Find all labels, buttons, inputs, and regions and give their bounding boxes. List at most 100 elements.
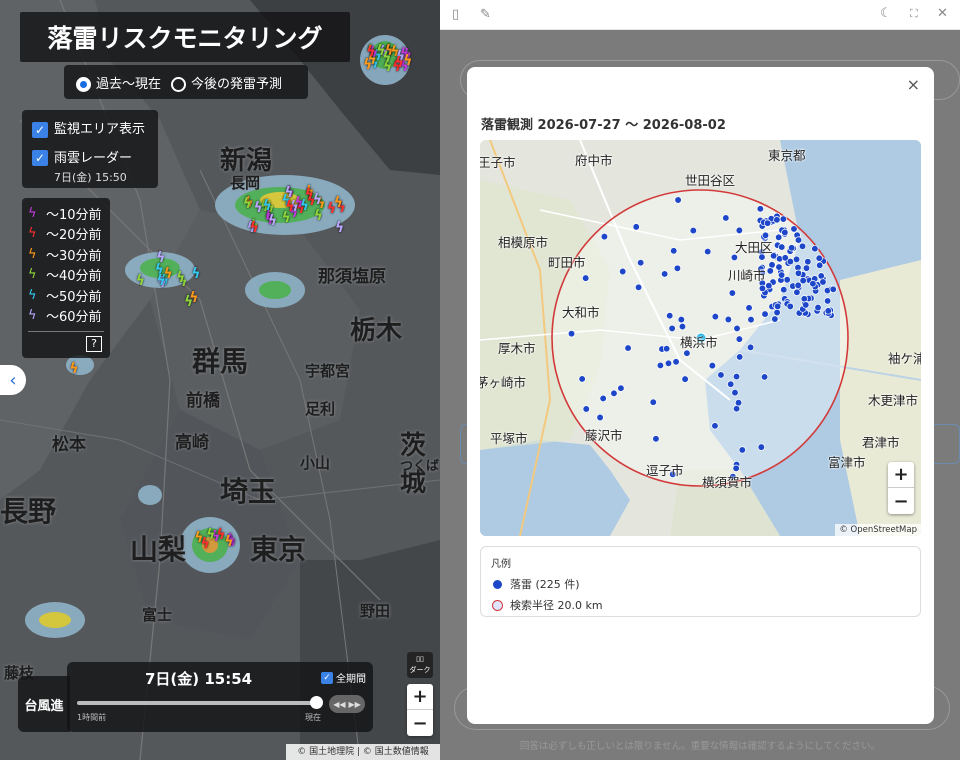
strike-point[interactable] bbox=[769, 252, 778, 260]
zoom-out-button[interactable]: − bbox=[407, 710, 433, 736]
playback-controls[interactable]: ◀◀ ▶▶ bbox=[329, 695, 365, 713]
lightning-marker-icon[interactable]: ϟ bbox=[268, 213, 277, 229]
strike-point[interactable] bbox=[786, 257, 795, 266]
lightning-marker-icon[interactable]: ϟ bbox=[314, 208, 323, 224]
strike-point[interactable] bbox=[778, 243, 786, 251]
strike-point[interactable] bbox=[600, 232, 609, 241]
strike-point[interactable] bbox=[662, 345, 671, 353]
strike-point[interactable] bbox=[745, 304, 753, 312]
strike-point[interactable] bbox=[678, 322, 687, 331]
strike-point[interactable] bbox=[765, 282, 773, 290]
lightning-marker-icon[interactable]: ϟ bbox=[284, 185, 293, 201]
strike-point[interactable] bbox=[732, 405, 741, 413]
strike-point[interactable] bbox=[652, 435, 660, 443]
strike-point[interactable] bbox=[758, 253, 766, 261]
lightning-marker-icon[interactable]: ϟ bbox=[334, 195, 343, 211]
strike-point[interactable] bbox=[733, 324, 741, 333]
strike-point[interactable] bbox=[793, 288, 801, 296]
lightning-marker-icon[interactable]: ϟ bbox=[243, 196, 252, 212]
strike-point[interactable] bbox=[632, 223, 640, 231]
strike-point[interactable] bbox=[777, 271, 786, 279]
full-period-toggle[interactable]: ✓ 全期間 bbox=[321, 670, 366, 685]
strike-point[interactable] bbox=[689, 226, 697, 235]
strike-point[interactable] bbox=[599, 394, 607, 403]
strike-point[interactable] bbox=[758, 269, 766, 277]
strike-point[interactable] bbox=[809, 280, 817, 288]
strike-point[interactable] bbox=[637, 259, 645, 267]
strike-point[interactable] bbox=[802, 264, 811, 272]
strike-point[interactable] bbox=[722, 214, 730, 222]
layer-monitor-area[interactable]: ✓ 監視エリア表示 bbox=[32, 118, 148, 138]
strike-point[interactable] bbox=[738, 446, 746, 454]
strike-point[interactable] bbox=[829, 285, 837, 293]
zoom-in-button[interactable]: + bbox=[407, 684, 433, 710]
strike-point[interactable] bbox=[798, 242, 807, 250]
lightning-marker-icon[interactable]: ϟ bbox=[285, 199, 294, 215]
strike-point[interactable] bbox=[757, 443, 765, 451]
strike-point[interactable] bbox=[736, 353, 744, 361]
mode-forecast[interactable]: 今後の発雷予測 bbox=[171, 73, 282, 92]
strike-point[interactable] bbox=[596, 413, 604, 422]
strike-point[interactable] bbox=[792, 255, 801, 264]
strike-point[interactable] bbox=[815, 254, 823, 262]
strike-point[interactable] bbox=[735, 226, 743, 235]
strike-point[interactable] bbox=[802, 301, 810, 309]
strike-point[interactable] bbox=[717, 371, 725, 379]
strike-point[interactable] bbox=[799, 276, 807, 285]
strike-point[interactable] bbox=[634, 283, 643, 291]
strike-point[interactable] bbox=[624, 344, 632, 352]
strike-point[interactable] bbox=[811, 245, 819, 253]
lightning-marker-icon[interactable]: ϟ bbox=[69, 361, 78, 377]
strike-point[interactable] bbox=[783, 276, 791, 284]
lightning-marker-icon[interactable]: ϟ bbox=[136, 273, 145, 289]
strike-point[interactable] bbox=[668, 324, 676, 333]
strike-point[interactable] bbox=[780, 286, 788, 294]
strike-point[interactable] bbox=[669, 470, 677, 478]
strike-point[interactable] bbox=[774, 302, 782, 311]
strike-point[interactable] bbox=[582, 405, 590, 413]
strike-point[interactable] bbox=[672, 358, 680, 366]
lightning-marker-icon[interactable]: ϟ bbox=[191, 266, 200, 282]
strike-point[interactable] bbox=[775, 263, 783, 271]
strike-point[interactable] bbox=[582, 274, 590, 282]
layer-radar[interactable]: ✓ 雨雲レーダー bbox=[32, 147, 148, 166]
strike-point[interactable] bbox=[704, 247, 712, 256]
strike-point[interactable] bbox=[664, 359, 673, 367]
strike-point[interactable] bbox=[775, 233, 783, 241]
lightning-marker-icon[interactable]: ϟ bbox=[382, 50, 391, 66]
strike-point[interactable] bbox=[790, 225, 798, 233]
strike-point[interactable] bbox=[786, 302, 794, 311]
strike-point[interactable] bbox=[814, 303, 822, 312]
strike-point[interactable] bbox=[747, 315, 755, 324]
strike-point[interactable] bbox=[804, 257, 812, 266]
strike-point[interactable] bbox=[708, 361, 717, 370]
strike-point[interactable] bbox=[732, 464, 740, 472]
lightning-marker-icon[interactable]: ϟ bbox=[250, 220, 259, 236]
zoom-in-button[interactable]: + bbox=[888, 462, 914, 488]
strike-point[interactable] bbox=[649, 398, 657, 406]
fullscreen-icon[interactable]: ⛶ bbox=[910, 7, 918, 21]
strike-point[interactable] bbox=[817, 272, 825, 280]
strike-point[interactable] bbox=[732, 372, 741, 381]
strike-point[interactable] bbox=[816, 261, 824, 269]
strike-point[interactable] bbox=[711, 312, 719, 321]
time-slider-track[interactable] bbox=[77, 701, 321, 705]
strike-point[interactable] bbox=[794, 236, 803, 244]
strike-point[interactable] bbox=[763, 219, 772, 227]
lightning-marker-icon[interactable]: ϟ bbox=[184, 294, 193, 310]
strike-point[interactable] bbox=[567, 329, 576, 338]
lightning-marker-icon[interactable]: ϟ bbox=[156, 250, 165, 266]
lightning-marker-icon[interactable]: ϟ bbox=[201, 536, 210, 552]
strike-point[interactable] bbox=[730, 253, 739, 262]
strike-point[interactable] bbox=[819, 278, 827, 286]
close-icon[interactable]: ✕ bbox=[937, 6, 948, 21]
strike-point[interactable] bbox=[781, 228, 789, 237]
strike-point[interactable] bbox=[768, 261, 776, 269]
strike-point[interactable] bbox=[761, 310, 769, 318]
strike-point[interactable] bbox=[677, 315, 685, 324]
strike-point[interactable] bbox=[773, 308, 781, 317]
strike-point[interactable] bbox=[731, 388, 739, 397]
lightning-marker-icon[interactable]: ϟ bbox=[313, 192, 322, 208]
lightning-marker-icon[interactable]: ϟ bbox=[335, 220, 344, 236]
strike-point[interactable] bbox=[619, 267, 627, 276]
